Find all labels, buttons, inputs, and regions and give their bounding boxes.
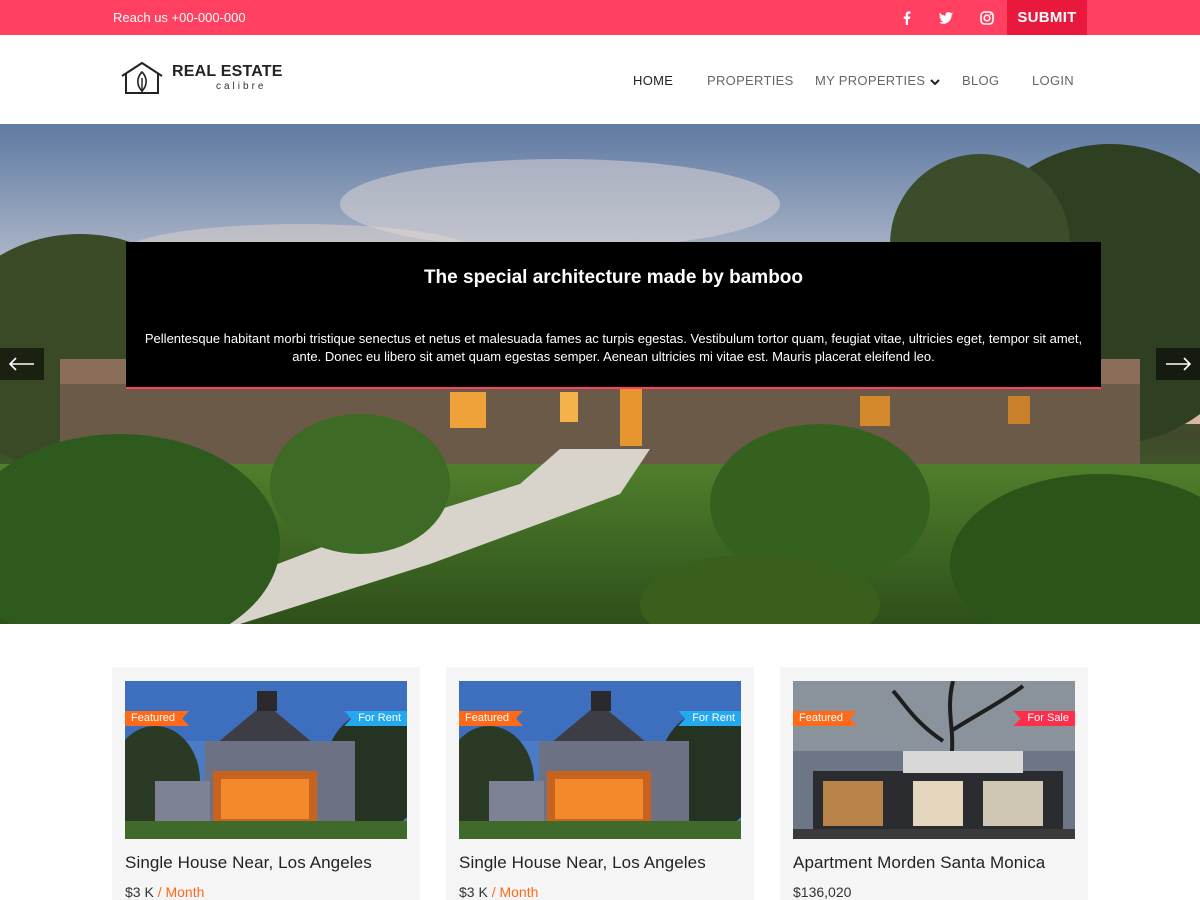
- status-badge: For Sale: [1013, 711, 1075, 726]
- status-badge: For Rent: [678, 711, 741, 726]
- contact-phone: Reach us +00-000-000: [113, 10, 246, 25]
- price-amount: $3 K: [125, 884, 154, 900]
- property-card[interactable]: Featured For Rent Single House Near, Los…: [112, 667, 420, 900]
- property-title[interactable]: Apartment Morden Santa Monica: [793, 853, 1045, 873]
- nav-home[interactable]: HOME: [633, 73, 673, 88]
- site-header: REAL ESTATE calibre HOME PROPERTIES MY P…: [0, 35, 1200, 124]
- featured-badge: Featured: [459, 711, 523, 726]
- nav-properties[interactable]: PROPERTIES: [707, 73, 794, 88]
- price-amount: $136,020: [793, 884, 852, 900]
- submit-button[interactable]: SUBMIT: [1007, 0, 1087, 35]
- logo-tagline: calibre: [216, 81, 267, 92]
- slide-description: Pellentesque habitant morbi tristique se…: [144, 331, 1083, 364]
- site-logo[interactable]: REAL ESTATE calibre: [120, 60, 300, 100]
- featured-badge: Featured: [125, 711, 189, 726]
- property-image[interactable]: Featured For Rent: [459, 681, 741, 839]
- arrow-right-icon: [1166, 357, 1192, 371]
- chevron-down-icon: [930, 78, 941, 85]
- instagram-icon[interactable]: [978, 9, 996, 27]
- price-period: / Month: [153, 884, 205, 900]
- nav-login[interactable]: LOGIN: [1032, 73, 1074, 88]
- slider-next-button[interactable]: [1156, 348, 1200, 380]
- hero-slider: The special architecture made by bamboo …: [0, 124, 1200, 624]
- price-amount: $3 K: [459, 884, 488, 900]
- slide-caption: The special architecture made by bamboo …: [126, 242, 1101, 389]
- featured-badge: Featured: [793, 711, 857, 726]
- facebook-icon[interactable]: [898, 9, 916, 27]
- property-image[interactable]: Featured For Rent: [125, 681, 407, 839]
- property-image[interactable]: Featured For Sale: [793, 681, 1075, 839]
- property-title[interactable]: Single House Near, Los Angeles: [459, 853, 706, 873]
- property-card[interactable]: Featured For Rent Single House Near, Los…: [446, 667, 754, 900]
- slide-title: The special architecture made by bamboo: [423, 267, 804, 288]
- arrow-left-icon: [8, 357, 34, 371]
- nav-blog[interactable]: BLOG: [962, 73, 999, 88]
- property-card[interactable]: Featured For Sale Apartment Morden Santa…: [780, 667, 1088, 900]
- property-price: $3 K / Month: [125, 884, 204, 900]
- property-title[interactable]: Single House Near, Los Angeles: [125, 853, 372, 873]
- logo-name: REAL ESTATE: [172, 63, 283, 80]
- twitter-icon[interactable]: [937, 9, 955, 27]
- property-price: $136,020: [793, 884, 851, 900]
- status-badge: For Rent: [344, 711, 407, 726]
- top-bar: Reach us +00-000-000 SUBMIT: [0, 0, 1200, 35]
- house-photo: [125, 681, 407, 839]
- house-photo: [459, 681, 741, 839]
- slider-prev-button[interactable]: [0, 348, 44, 380]
- property-price: $3 K / Month: [459, 884, 538, 900]
- nav-my-properties-label: MY PROPERTIES: [815, 73, 926, 88]
- apartment-photo: [793, 681, 1075, 839]
- nav-my-properties[interactable]: MY PROPERTIES: [815, 73, 941, 88]
- price-period: / Month: [487, 884, 539, 900]
- house-logo-icon: [121, 61, 163, 94]
